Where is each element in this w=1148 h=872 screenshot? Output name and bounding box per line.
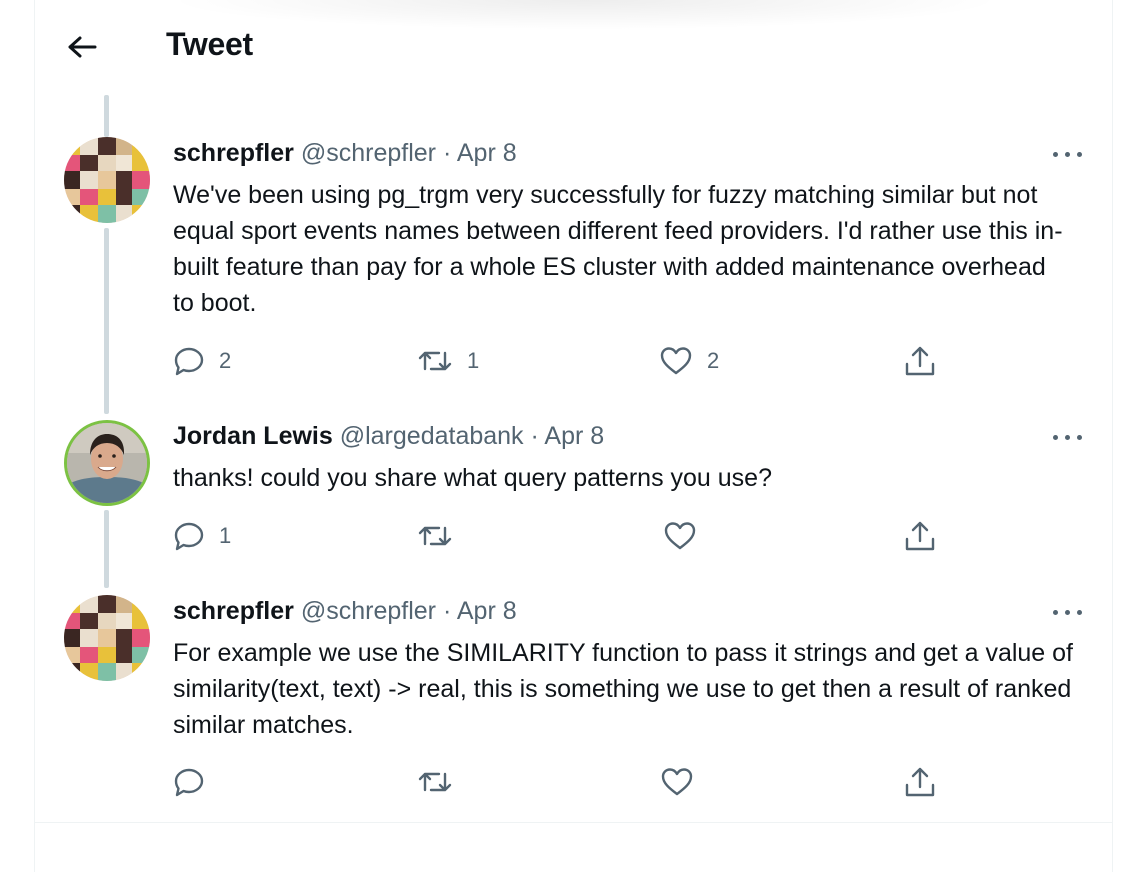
more-options-button[interactable] (1051, 597, 1085, 627)
tweet-actions (173, 762, 973, 802)
retweet-count: 1 (467, 348, 480, 373)
retweet-button[interactable]: 1 (417, 341, 479, 381)
arrow-left-icon (68, 36, 97, 58)
more-options-button[interactable] (1051, 422, 1085, 452)
thread-line (104, 95, 109, 137)
thread-line (104, 510, 109, 588)
reply-button[interactable]: 1 (173, 516, 231, 556)
tweet-date[interactable]: Apr 8 (457, 597, 517, 625)
tweet-actions: 2 1 2 (173, 341, 973, 381)
tweet-actions: 1 (173, 516, 973, 556)
page-title: Tweet (166, 26, 253, 62)
more-icon-dot (1077, 435, 1082, 440)
pixel-avatar-icon (64, 137, 150, 223)
more-icon-dot (1065, 152, 1070, 157)
more-icon-dot (1077, 152, 1082, 157)
like-count: 2 (707, 348, 720, 373)
like-button[interactable]: 2 (659, 341, 719, 381)
like-button[interactable] (660, 762, 708, 802)
tweet-text: thanks! could you share what query patte… (173, 464, 772, 492)
more-icon (1053, 610, 1058, 615)
retweet-icon (418, 351, 452, 371)
separator-dot: · (442, 139, 452, 167)
share-icon (905, 346, 935, 376)
tweet-text: We've been using pg_trgm very successful… (173, 181, 1063, 317)
reply-icon (174, 768, 204, 797)
back-button[interactable] (61, 27, 101, 67)
reply-count: 1 (219, 523, 232, 548)
tweet-header: schrepfler @schrepfler · Apr 8 (173, 139, 517, 168)
share-button[interactable] (903, 516, 937, 556)
share-button[interactable] (903, 762, 937, 802)
user-avatar[interactable] (64, 137, 150, 223)
share-icon (905, 521, 935, 551)
like-icon (660, 347, 692, 375)
display-name[interactable]: schrepfler (173, 597, 294, 625)
share-button[interactable] (903, 341, 937, 381)
reply-icon (174, 347, 204, 376)
more-icon (1053, 435, 1058, 440)
user-handle[interactable]: @largedatabank (340, 422, 524, 450)
photo-avatar-icon (67, 423, 147, 503)
tweet-date[interactable]: Apr 8 (544, 422, 604, 450)
user-avatar[interactable] (64, 595, 150, 681)
header-shadow (165, 0, 1005, 30)
reply-icon (174, 522, 204, 551)
retweet-icon (418, 772, 452, 792)
retweet-button[interactable] (417, 516, 467, 556)
display-name[interactable]: schrepfler (173, 139, 294, 167)
bottom-divider (35, 822, 1112, 823)
tweet-text: For example we use the SIMILARITY functi… (173, 639, 1073, 739)
reply-button[interactable]: 2 (173, 341, 231, 381)
separator-dot: · (442, 597, 452, 625)
more-icon (1053, 152, 1058, 157)
like-icon (664, 522, 696, 550)
top-bar: Tweet (35, 0, 1112, 95)
user-handle[interactable]: @schrepfler (301, 597, 436, 625)
more-icon-dot (1065, 610, 1070, 615)
like-button[interactable] (663, 516, 711, 556)
more-icon-dot (1077, 610, 1082, 615)
reply-button[interactable] (173, 762, 219, 802)
timeline-column: Tweet schrepfler @schrepfler · Apr 8 We'… (34, 0, 1113, 872)
tweet-header: Jordan Lewis @largedatabank · Apr 8 (173, 422, 604, 451)
separator-dot: · (530, 422, 539, 450)
reply-count: 2 (219, 348, 232, 373)
user-handle[interactable]: @schrepfler (301, 139, 436, 167)
more-icon-dot (1065, 435, 1070, 440)
share-icon (905, 767, 935, 797)
like-icon (661, 768, 693, 796)
tweet-header: schrepfler @schrepfler · Apr 8 (173, 597, 517, 626)
user-avatar[interactable] (64, 420, 150, 506)
display-name[interactable]: Jordan Lewis (173, 422, 333, 450)
retweet-button[interactable] (417, 762, 467, 802)
more-options-button[interactable] (1051, 139, 1085, 169)
pixel-avatar-icon (64, 595, 150, 681)
retweet-icon (418, 526, 452, 546)
tweet-date[interactable]: Apr 8 (457, 139, 517, 167)
thread-line (104, 228, 109, 414)
